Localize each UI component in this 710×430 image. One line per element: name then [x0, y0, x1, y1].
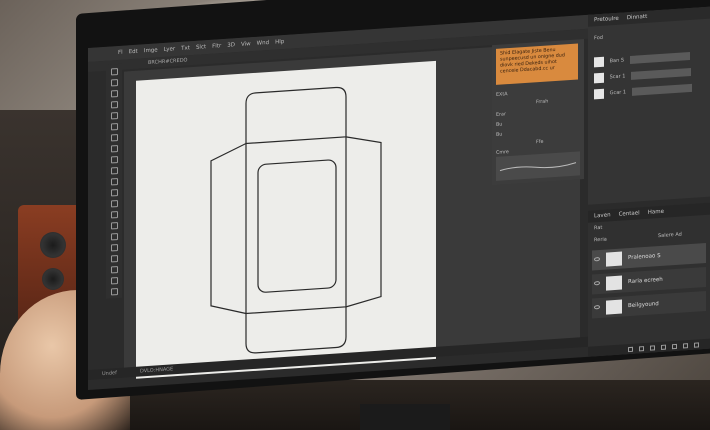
tab-channels[interactable]: Centael: [619, 207, 640, 220]
speaker-cone: [40, 232, 66, 258]
curve-preview: [496, 151, 580, 181]
menu-item[interactable]: Imge: [144, 47, 158, 54]
eraser-tool-icon[interactable]: [110, 178, 118, 186]
menu-item[interactable]: Edt: [129, 49, 138, 56]
tab-adjust[interactable]: Dinnatt: [627, 11, 647, 24]
notice-box: Shid Elagate Jiste Benu sunpeecusd un on…: [496, 43, 578, 85]
move-tool-icon[interactable]: [110, 68, 118, 76]
layers-panel: Laven Centael Hame Rat Reria Salere Ad P…: [588, 202, 710, 357]
layer-thumbnail: [606, 251, 622, 267]
prop-label: Ban S: [609, 57, 625, 65]
menu-item[interactable]: Hlp: [275, 39, 284, 46]
swatch-icon: [594, 88, 604, 99]
crop-tool-icon[interactable]: [110, 112, 118, 120]
marquee-tool-icon[interactable]: [110, 79, 118, 87]
prop-bar: [629, 51, 690, 64]
lasso-tool-icon[interactable]: [110, 90, 118, 98]
adjustment-icon[interactable]: [661, 344, 666, 350]
prop-bar: [631, 83, 692, 96]
type-tool-icon[interactable]: [110, 233, 118, 241]
layer-item[interactable]: Pralenoao S: [592, 242, 706, 271]
tab-layers[interactable]: Laven: [594, 209, 611, 222]
adjustments-panel: Shid Elagate Jiste Benu sunpeecusd un on…: [492, 39, 584, 186]
tools-panel: [106, 63, 122, 299]
layers-tabs: Laven Centael Hame: [588, 202, 710, 223]
prop-label: Gcar 1: [609, 89, 627, 97]
menu-item[interactable]: Fl: [118, 50, 123, 56]
menu-item[interactable]: Viw: [241, 41, 251, 48]
heal-tool-icon[interactable]: [110, 134, 118, 142]
prop-row[interactable]: Fod: [594, 25, 704, 44]
menu-item[interactable]: Wnd: [257, 40, 269, 47]
layer-name: Raria ecreeh: [628, 276, 663, 286]
eye-icon[interactable]: [594, 280, 600, 286]
layer-thumbnail: [606, 299, 622, 315]
zoom-level[interactable]: Undef: [102, 368, 117, 379]
trash-icon[interactable]: [694, 341, 699, 348]
eyedropper-tool-icon[interactable]: [110, 123, 118, 131]
shape-tool-icon[interactable]: [110, 255, 118, 263]
tab-properties[interactable]: Pretoulre: [594, 13, 619, 27]
screen: Fl Edt Imge Lyer Txt Slct Fltr 3D Viw Wn…: [88, 6, 710, 391]
layer-name: Beilgyound: [628, 301, 659, 310]
layer-search[interactable]: Reria: [594, 237, 607, 244]
menu-item[interactable]: Lyer: [164, 46, 175, 53]
prop-row[interactable]: Gcar 1: [594, 81, 704, 100]
layer-item[interactable]: Beilgyound: [592, 290, 706, 319]
link-icon[interactable]: [628, 346, 633, 352]
gradient-tool-icon[interactable]: [110, 189, 118, 197]
stamp-tool-icon[interactable]: [110, 156, 118, 164]
swatch-icon: [594, 72, 604, 83]
history-tool-icon[interactable]: [110, 167, 118, 175]
menu-item[interactable]: Txt: [181, 45, 190, 52]
mask-icon[interactable]: [650, 344, 655, 351]
brush-tool-icon[interactable]: [110, 145, 118, 153]
monitor-stand: [360, 404, 450, 430]
layer-filter[interactable]: Rat: [594, 225, 602, 232]
prop-label: Fod: [594, 34, 603, 42]
new-layer-icon[interactable]: [683, 342, 688, 348]
eye-icon[interactable]: [594, 304, 600, 310]
speaker-cone: [42, 268, 64, 290]
color-swatches-icon[interactable]: [110, 288, 118, 296]
swatch-icon: [594, 56, 604, 67]
select-tool-icon[interactable]: [110, 101, 118, 109]
dodge-tool-icon[interactable]: [110, 211, 118, 219]
tab-paths[interactable]: Hame: [648, 206, 664, 219]
prop-bar: [631, 67, 692, 80]
prop-label: Scar 1: [609, 73, 626, 81]
hand-tool-icon[interactable]: [110, 266, 118, 274]
properties-panel: Pretoulre Dinnatt Fod Ban S Scar 1 Gcar …: [588, 6, 710, 205]
path-tool-icon[interactable]: [110, 244, 118, 252]
layer-thumbnail: [606, 275, 622, 291]
menu-item[interactable]: 3D: [227, 42, 235, 49]
box-dieline-drawing: [210, 86, 382, 354]
menu-item[interactable]: Slct: [196, 44, 206, 51]
fx-icon[interactable]: [639, 345, 644, 351]
folder-icon[interactable]: [672, 343, 677, 349]
zoom-tool-icon[interactable]: [110, 277, 118, 285]
pen-tool-icon[interactable]: [110, 222, 118, 230]
layer-opacity[interactable]: Salere Ad: [658, 232, 682, 240]
document-canvas[interactable]: [136, 60, 436, 379]
eye-icon[interactable]: [594, 256, 600, 262]
layer-item[interactable]: Raria ecreeh: [592, 266, 706, 295]
layer-name: Pralenoao S: [628, 252, 661, 262]
menu-item[interactable]: Fltr: [212, 43, 221, 50]
blur-tool-icon[interactable]: [110, 200, 118, 208]
